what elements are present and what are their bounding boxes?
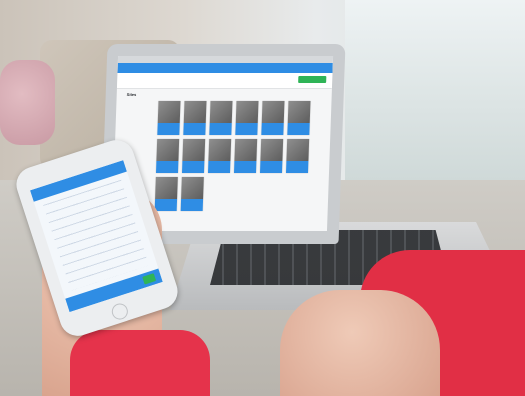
app-header-bar [117, 63, 333, 73]
project-caption [287, 123, 310, 135]
project-caption [259, 161, 283, 173]
project-thumbnail [286, 139, 310, 161]
phone-drawing [43, 179, 149, 291]
create-button[interactable] [298, 76, 327, 83]
right-hand [280, 290, 440, 396]
phone-home-button[interactable] [109, 301, 130, 322]
photo-scene: Sites [0, 0, 525, 396]
project-thumbnail [260, 139, 284, 161]
project-caption [155, 161, 179, 173]
project-thumbnail [235, 101, 259, 123]
project-caption [207, 161, 231, 173]
project-card[interactable] [155, 139, 180, 173]
project-caption [235, 123, 258, 135]
project-thumbnail [157, 101, 181, 123]
background-pillow [0, 60, 55, 145]
project-card[interactable] [157, 101, 181, 135]
project-caption [233, 161, 257, 173]
project-caption [154, 199, 178, 211]
project-thumbnail [208, 139, 232, 161]
project-card[interactable] [154, 177, 178, 211]
project-caption [285, 161, 309, 173]
project-caption [183, 123, 206, 135]
project-thumbnail [155, 177, 178, 199]
project-card[interactable] [209, 101, 233, 135]
project-thumbnail [287, 101, 311, 123]
project-card[interactable] [207, 139, 232, 173]
project-thumbnail [261, 101, 285, 123]
project-thumbnail [181, 177, 204, 199]
project-card[interactable] [235, 101, 259, 135]
project-caption [209, 123, 232, 135]
phone-action-button[interactable] [142, 273, 157, 285]
project-card[interactable] [259, 139, 284, 173]
project-caption [261, 123, 284, 135]
project-card[interactable] [261, 101, 285, 135]
left-sleeve [70, 330, 210, 396]
project-thumbnail [156, 139, 180, 161]
phone-screen [30, 160, 163, 313]
project-card[interactable] [285, 139, 310, 173]
browser-toolbar [117, 56, 334, 63]
project-card[interactable] [181, 139, 206, 173]
project-thumbnail [183, 101, 207, 123]
section-label: Sites [126, 92, 137, 97]
project-caption [157, 123, 180, 135]
project-card[interactable] [180, 177, 204, 211]
project-caption [181, 161, 205, 173]
project-thumbnail [234, 139, 258, 161]
project-card[interactable] [233, 139, 258, 173]
project-card[interactable] [183, 101, 207, 135]
project-thumbnail [209, 101, 233, 123]
project-card[interactable] [287, 101, 311, 135]
project-thumbnail [182, 139, 206, 161]
project-caption [180, 199, 204, 211]
app-subheader [116, 73, 333, 89]
